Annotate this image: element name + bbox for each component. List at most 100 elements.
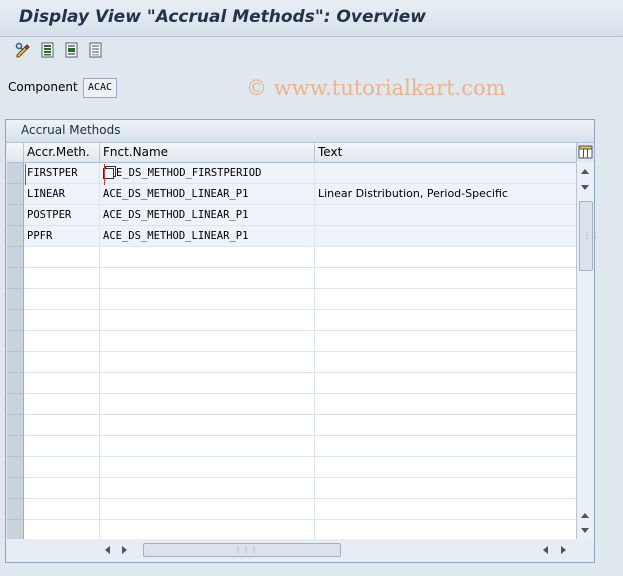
display-change-icon[interactable] [14, 41, 32, 59]
row-selector[interactable] [7, 352, 24, 373]
cell-accr-meth[interactable] [24, 436, 100, 456]
cell-text[interactable] [315, 436, 576, 456]
row-selector[interactable] [7, 163, 24, 184]
horizontal-scroll-thumb[interactable]: ⋮⋮⋮ [143, 543, 341, 557]
cell-fnct-name[interactable] [100, 415, 315, 435]
empty-table-row[interactable] [24, 268, 576, 289]
cell-fnct-name[interactable] [100, 478, 315, 498]
cell-fnct-name[interactable] [100, 352, 315, 372]
select-all-rows-corner[interactable] [7, 143, 24, 162]
cell-accr-meth[interactable] [24, 247, 100, 267]
scroll-down-arrow-icon[interactable] [581, 528, 589, 533]
scroll-left-arrow-icon[interactable] [105, 546, 110, 554]
vertical-scrollbar[interactable]: ⋮⋮ [576, 163, 599, 539]
cell-text[interactable]: Linear Distribution, Period-Specific [315, 184, 576, 204]
column-configuration-icon[interactable] [576, 143, 594, 162]
empty-table-row[interactable] [24, 457, 576, 478]
cell-accr-meth[interactable] [24, 331, 100, 351]
vertical-scroll-thumb[interactable]: ⋮⋮ [579, 201, 599, 271]
empty-table-row[interactable] [24, 394, 576, 415]
row-selector[interactable] [7, 331, 24, 352]
cell-accr-meth[interactable]: POSTPER [24, 205, 100, 225]
row-selector[interactable] [7, 184, 24, 205]
cell-accr-meth[interactable] [24, 457, 100, 477]
cell-accr-meth[interactable] [24, 520, 100, 539]
cell-accr-meth[interactable] [24, 268, 100, 288]
select-all-icon[interactable] [39, 41, 57, 59]
cell-accr-meth[interactable] [24, 478, 100, 498]
cell-text[interactable] [315, 373, 576, 393]
cell-fnct-name[interactable] [100, 436, 315, 456]
row-selector[interactable] [7, 205, 24, 226]
empty-table-row[interactable] [24, 478, 576, 499]
empty-table-row[interactable] [24, 436, 576, 457]
cell-fnct-name[interactable] [100, 394, 315, 414]
row-selector[interactable] [7, 394, 24, 415]
cell-accr-meth[interactable]: PPFR [24, 226, 100, 246]
row-selector[interactable] [7, 289, 24, 310]
cell-accr-meth[interactable] [24, 394, 100, 414]
cell-fnct-name[interactable] [100, 499, 315, 519]
empty-table-row[interactable] [24, 247, 576, 268]
table-row[interactable]: FIRSTPER E_DS_METHOD_FIRSTPERIOD [24, 163, 576, 184]
cell-text[interactable] [315, 478, 576, 498]
cell-accr-meth[interactable] [24, 373, 100, 393]
scroll-right-arrow-icon[interactable] [561, 546, 566, 554]
empty-table-row[interactable] [24, 520, 576, 539]
cell-text[interactable] [315, 268, 576, 288]
horizontal-scrollbar[interactable]: ⋮⋮⋮ [101, 541, 575, 559]
empty-table-row[interactable] [24, 373, 576, 394]
row-selector[interactable] [7, 226, 24, 247]
cell-text[interactable] [315, 226, 576, 246]
cell-text[interactable] [315, 331, 576, 351]
table-row[interactable]: PPFR ACE_DS_METHOD_LINEAR_P1 [24, 226, 576, 247]
cell-text[interactable] [315, 520, 576, 539]
column-header-accr-meth[interactable]: Accr.Meth. [24, 143, 100, 162]
cell-fnct-name[interactable] [100, 268, 315, 288]
empty-table-row[interactable] [24, 499, 576, 520]
cell-text[interactable] [315, 415, 576, 435]
page-down-arrow-icon[interactable] [581, 513, 589, 518]
empty-table-row[interactable] [24, 310, 576, 331]
cell-text[interactable] [315, 394, 576, 414]
row-selector[interactable] [7, 520, 24, 539]
table-row[interactable]: LINEAR ACE_DS_METHOD_LINEAR_P1 Linear Dist… [24, 184, 576, 205]
empty-table-row[interactable] [24, 415, 576, 436]
cell-fnct-name[interactable] [100, 457, 315, 477]
row-selector[interactable] [7, 247, 24, 268]
column-header-fnct-name[interactable]: Fnct.Name [100, 143, 315, 162]
row-selector[interactable] [7, 373, 24, 394]
table-row[interactable]: POSTPER ACE_DS_METHOD_LINEAR_P1 [24, 205, 576, 226]
row-selector[interactable] [7, 457, 24, 478]
row-selector[interactable] [7, 436, 24, 457]
deselect-all-icon[interactable] [87, 41, 105, 59]
cell-text[interactable] [315, 247, 576, 267]
scroll-up-arrow-icon[interactable] [581, 169, 589, 174]
cell-text[interactable] [315, 457, 576, 477]
cell-text[interactable] [315, 289, 576, 309]
cell-fnct-name[interactable]: ACE_DS_METHOD_LINEAR_P1 [100, 184, 315, 204]
cell-fnct-name[interactable] [100, 310, 315, 330]
cell-text[interactable] [315, 205, 576, 225]
cell-fnct-name[interactable]: ACE_DS_METHOD_LINEAR_P1 [100, 226, 315, 246]
cell-accr-meth[interactable] [24, 352, 100, 372]
cell-fnct-name[interactable] [100, 373, 315, 393]
cell-text[interactable] [315, 310, 576, 330]
cell-fnct-name[interactable]: ACE_DS_METHOD_LINEAR_P1 [100, 205, 315, 225]
empty-table-row[interactable] [24, 289, 576, 310]
select-block-icon[interactable] [63, 41, 81, 59]
cell-accr-meth[interactable] [24, 289, 100, 309]
row-selector[interactable] [7, 310, 24, 331]
cell-text[interactable] [315, 163, 576, 183]
cell-fnct-name[interactable] [100, 247, 315, 267]
row-selector[interactable] [7, 268, 24, 289]
row-selector[interactable] [7, 499, 24, 520]
row-selector[interactable] [7, 478, 24, 499]
column-header-text[interactable]: Text [315, 143, 576, 162]
cell-text[interactable] [315, 499, 576, 519]
cell-text[interactable] [315, 352, 576, 372]
empty-table-row[interactable] [24, 352, 576, 373]
cell-fnct-name[interactable] [100, 289, 315, 309]
cell-accr-meth[interactable] [24, 310, 100, 330]
cell-accr-meth[interactable] [24, 499, 100, 519]
